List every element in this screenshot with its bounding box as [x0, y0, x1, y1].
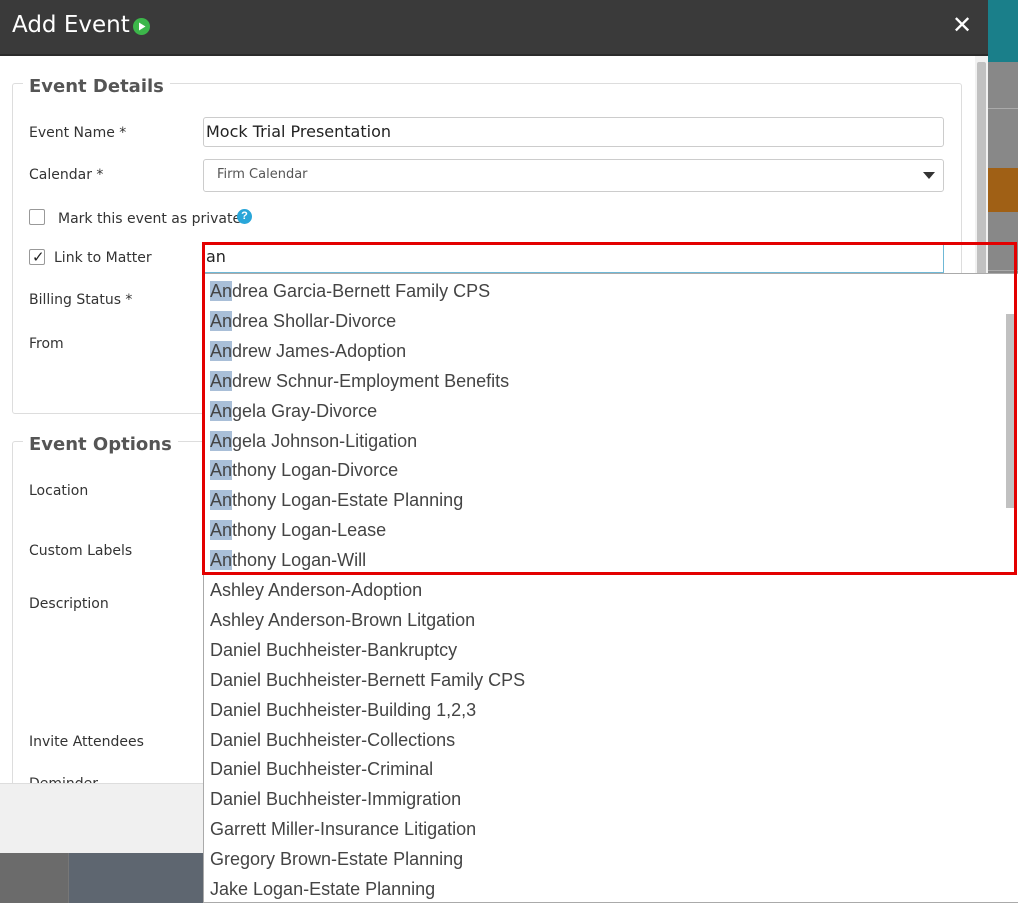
matter-result-item[interactable]: Anthony Logan-Lease	[210, 520, 386, 541]
billing-status-label: Billing Status *	[29, 292, 133, 308]
result-text: drea Shollar-Divorce	[232, 310, 397, 331]
matter-result-item[interactable]: Anthony Logan-Will	[210, 550, 366, 571]
calendar-label: Calendar *	[29, 167, 104, 183]
result-text: thony Logan-Will	[232, 550, 367, 571]
private-label: Mark this event as private	[58, 211, 242, 227]
matter-results-dropdown[interactable]: Andrea Garcia-Bernett Family CPS Andrea S…	[203, 273, 1018, 903]
result-text: drea Garcia-Bernett Family CPS	[232, 281, 491, 301]
result-text: Gregory Brown-Estate Planning	[210, 849, 464, 870]
background-divider	[988, 270, 1018, 271]
matter-result-item[interactable]: Daniel Buchheister-Collections	[210, 730, 455, 751]
matter-result-item[interactable]: Angela Johnson-Litigation	[210, 430, 418, 452]
match-highlight: An	[210, 490, 233, 511]
event-details-legend: Event Details	[23, 76, 170, 97]
description-label: Description	[29, 596, 109, 612]
help-icon[interactable]: ?	[237, 209, 252, 224]
background-accent	[988, 0, 1018, 62]
location-label: Location	[29, 483, 89, 499]
result-text: Daniel Buchheister-Collections	[210, 729, 456, 750]
result-text: thony Logan-Divorce	[232, 460, 399, 481]
result-text: thony Logan-Estate Planning	[232, 490, 464, 511]
match-highlight: An	[210, 430, 233, 451]
dropdown-scrollbar-thumb[interactable]	[1006, 314, 1015, 508]
match-highlight: An	[210, 400, 233, 421]
matter-result-item[interactable]: Gregory Brown-Estate Planning	[210, 849, 463, 870]
result-text: Daniel Buchheister-Building 1,2,3	[210, 699, 477, 720]
matter-result-item[interactable]: Angela Gray-Divorce	[210, 400, 378, 422]
result-text: gela Johnson-Litigation	[232, 430, 418, 451]
result-text: Daniel Buchheister-Criminal	[210, 759, 434, 780]
matter-result-item[interactable]: Andrew Schnur-Employment Benefits	[210, 370, 510, 392]
matter-result-item[interactable]: Daniel Buchheister-Criminal	[210, 759, 433, 780]
result-text: Daniel Buchheister-Immigration	[210, 789, 462, 810]
result-text: drew James-Adoption	[232, 340, 407, 361]
matter-result-item[interactable]: Daniel Buchheister-Bernett Family CPS	[210, 670, 525, 691]
event-options-legend: Event Options	[23, 434, 178, 455]
matter-result-item[interactable]: Jake Logan-Estate Planning	[210, 879, 435, 900]
link-matter-checkbox[interactable]: ✓	[29, 249, 45, 266]
match-highlight: An	[210, 281, 233, 301]
match-highlight: An	[210, 310, 233, 331]
matter-result-item[interactable]: Ashley Anderson-Adoption	[210, 580, 422, 601]
from-label: From	[29, 336, 64, 352]
modal-title: Add Event	[12, 12, 130, 38]
match-highlight: An	[210, 370, 233, 391]
check-icon: ✓	[32, 249, 45, 266]
matter-result-item[interactable]: Garrett Miller-Insurance Litigation	[210, 819, 476, 840]
matter-result-item[interactable]: Andrew James-Adoption	[210, 340, 407, 362]
result-text: Jake Logan-Estate Planning	[210, 879, 436, 899]
match-highlight: An	[210, 550, 233, 571]
link-matter-label: Link to Matter	[54, 250, 152, 266]
result-text: Garrett Miller-Insurance Litigation	[210, 819, 477, 840]
custom-labels-label: Custom Labels	[29, 543, 133, 559]
matter-result-item[interactable]: Ashley Anderson-Brown Litgation	[210, 610, 475, 631]
matter-result-item[interactable]: Daniel Buchheister-Bankruptcy	[210, 640, 457, 661]
result-text: Ashley Anderson-Brown Litgation	[210, 609, 476, 630]
background-divider	[988, 108, 1018, 109]
matter-result-item[interactable]: Andrea Shollar-Divorce	[210, 310, 397, 332]
result-text: thony Logan-Lease	[232, 520, 387, 541]
play-icon[interactable]	[133, 18, 150, 35]
matter-result-item[interactable]: Daniel Buchheister-Building 1,2,3	[210, 700, 476, 721]
result-text: Daniel Buchheister-Bankruptcy	[210, 639, 458, 660]
matter-result-item[interactable]: Daniel Buchheister-Immigration	[210, 789, 461, 810]
result-text: Ashley Anderson-Adoption	[210, 580, 423, 600]
result-text: gela Gray-Divorce	[232, 400, 378, 421]
event-name-input[interactable]: Mock Trial Presentation	[203, 117, 944, 147]
calendar-select[interactable]: Firm Calendar	[203, 159, 944, 192]
background-accent-orange	[988, 168, 1018, 212]
match-highlight: An	[210, 460, 233, 481]
matter-result-item[interactable]: Anthony Logan-Divorce	[210, 460, 398, 481]
chevron-down-icon	[923, 172, 935, 179]
close-icon[interactable]: ✕	[952, 14, 972, 38]
result-text: Daniel Buchheister-Bernett Family CPS	[210, 669, 526, 690]
private-checkbox[interactable]	[29, 209, 45, 225]
match-highlight: An	[210, 520, 233, 541]
matter-result-item[interactable]: Andrea Garcia-Bernett Family CPS	[210, 281, 490, 302]
matter-result-item[interactable]: Anthony Logan-Estate Planning	[210, 490, 463, 511]
matter-search-input[interactable]: an	[203, 243, 944, 273]
background-footer-panel	[68, 853, 209, 903]
result-text: drew Schnur-Employment Benefits	[232, 370, 510, 391]
match-highlight: An	[210, 340, 233, 361]
modal-header: Add Event ✕	[0, 0, 988, 56]
event-name-label: Event Name *	[29, 125, 127, 141]
calendar-selected-value: Firm Calendar	[217, 167, 308, 182]
invite-attendees-label: Invite Attendees	[29, 734, 144, 750]
